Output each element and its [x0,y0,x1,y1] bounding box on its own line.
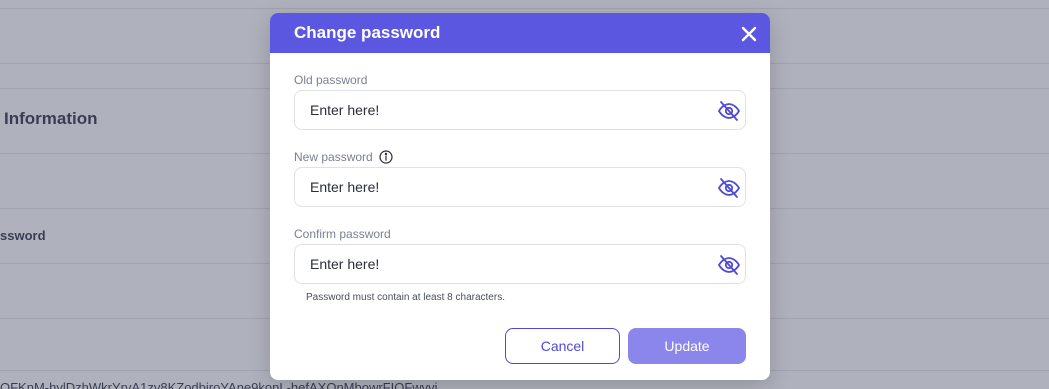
info-icon[interactable] [379,150,393,164]
confirm-password-input[interactable] [310,245,710,283]
new-password-field [294,167,746,207]
eye-off-icon[interactable] [717,99,741,123]
old-password-label: Old password [294,73,367,87]
confirm-password-label-text: Confirm password [294,227,391,241]
old-password-field [294,90,746,130]
eye-off-icon[interactable] [717,176,741,200]
dialog-title: Change password [294,23,441,42]
new-password-label: New password [294,150,393,164]
update-button[interactable]: Update [628,328,746,364]
confirm-password-label: Confirm password [294,227,391,241]
old-password-label-text: Old password [294,73,368,87]
old-password-input[interactable] [310,91,710,129]
new-password-input[interactable] [310,168,710,206]
close-icon[interactable] [740,25,758,43]
dialog-header: Change password [270,13,770,53]
eye-off-icon[interactable] [717,253,741,277]
cancel-button[interactable]: Cancel [505,328,620,364]
confirm-password-field [294,244,746,284]
change-password-dialog: Change password Old password New passwor… [270,13,770,380]
password-hint: Password must contain at least 8 charact… [306,292,505,303]
new-password-label-text: New password [294,150,373,164]
